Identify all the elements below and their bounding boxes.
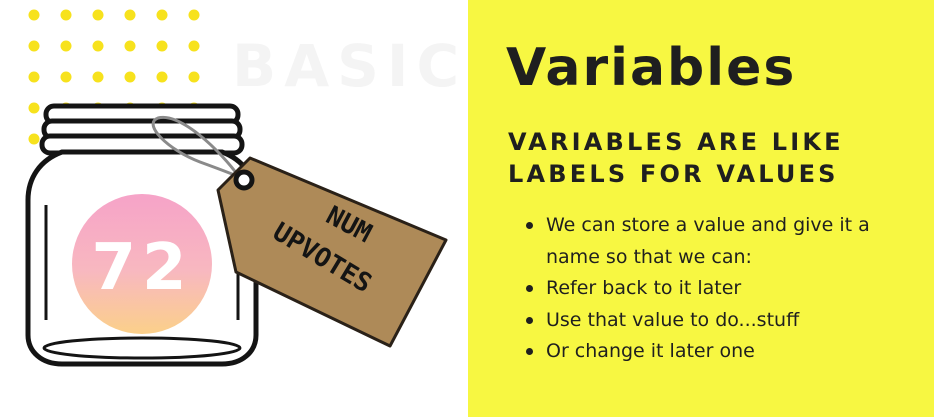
bullet-list: We can store a value and give it a name … [524, 210, 924, 368]
pattern-dot [156, 40, 168, 52]
bullet-item: Or change it later one [524, 336, 924, 368]
pattern-dot [28, 9, 40, 21]
pattern-dot [188, 71, 200, 83]
pattern-dot [28, 102, 40, 114]
content-panel: Variables VARIABLES ARE LIKE LABELS FOR … [468, 0, 934, 417]
pattern-dot [188, 40, 200, 52]
pattern-dot [124, 71, 136, 83]
pattern-dot [28, 40, 40, 52]
pattern-dot [92, 71, 104, 83]
jar-illustration: 72 NUM UPVOTES [25, 9, 448, 367]
bullet-item: We can store a value and give it a name … [524, 210, 924, 273]
pattern-dot [92, 9, 104, 21]
pattern-dot [60, 71, 72, 83]
pattern-dot [28, 71, 40, 83]
bullet-item: Refer back to it later [524, 273, 924, 305]
pattern-dot [124, 40, 136, 52]
illustration-panel: BASIC 72 NUM UPVOTES [0, 0, 468, 417]
tag-hole [233, 169, 255, 191]
value-text: 72 [91, 231, 192, 305]
pattern-dot [28, 133, 40, 145]
pattern-dot [188, 9, 200, 21]
bullet-item: Use that value to do...stuff [524, 305, 924, 337]
pattern-dot [124, 9, 136, 21]
slide-title: Variables [506, 38, 797, 98]
slide-subtitle: VARIABLES ARE LIKE LABELS FOR VALUES [508, 128, 844, 188]
pattern-dot [60, 40, 72, 52]
pattern-dot [156, 9, 168, 21]
pattern-dot [60, 9, 72, 21]
pattern-dot [156, 71, 168, 83]
pattern-dot [92, 40, 104, 52]
